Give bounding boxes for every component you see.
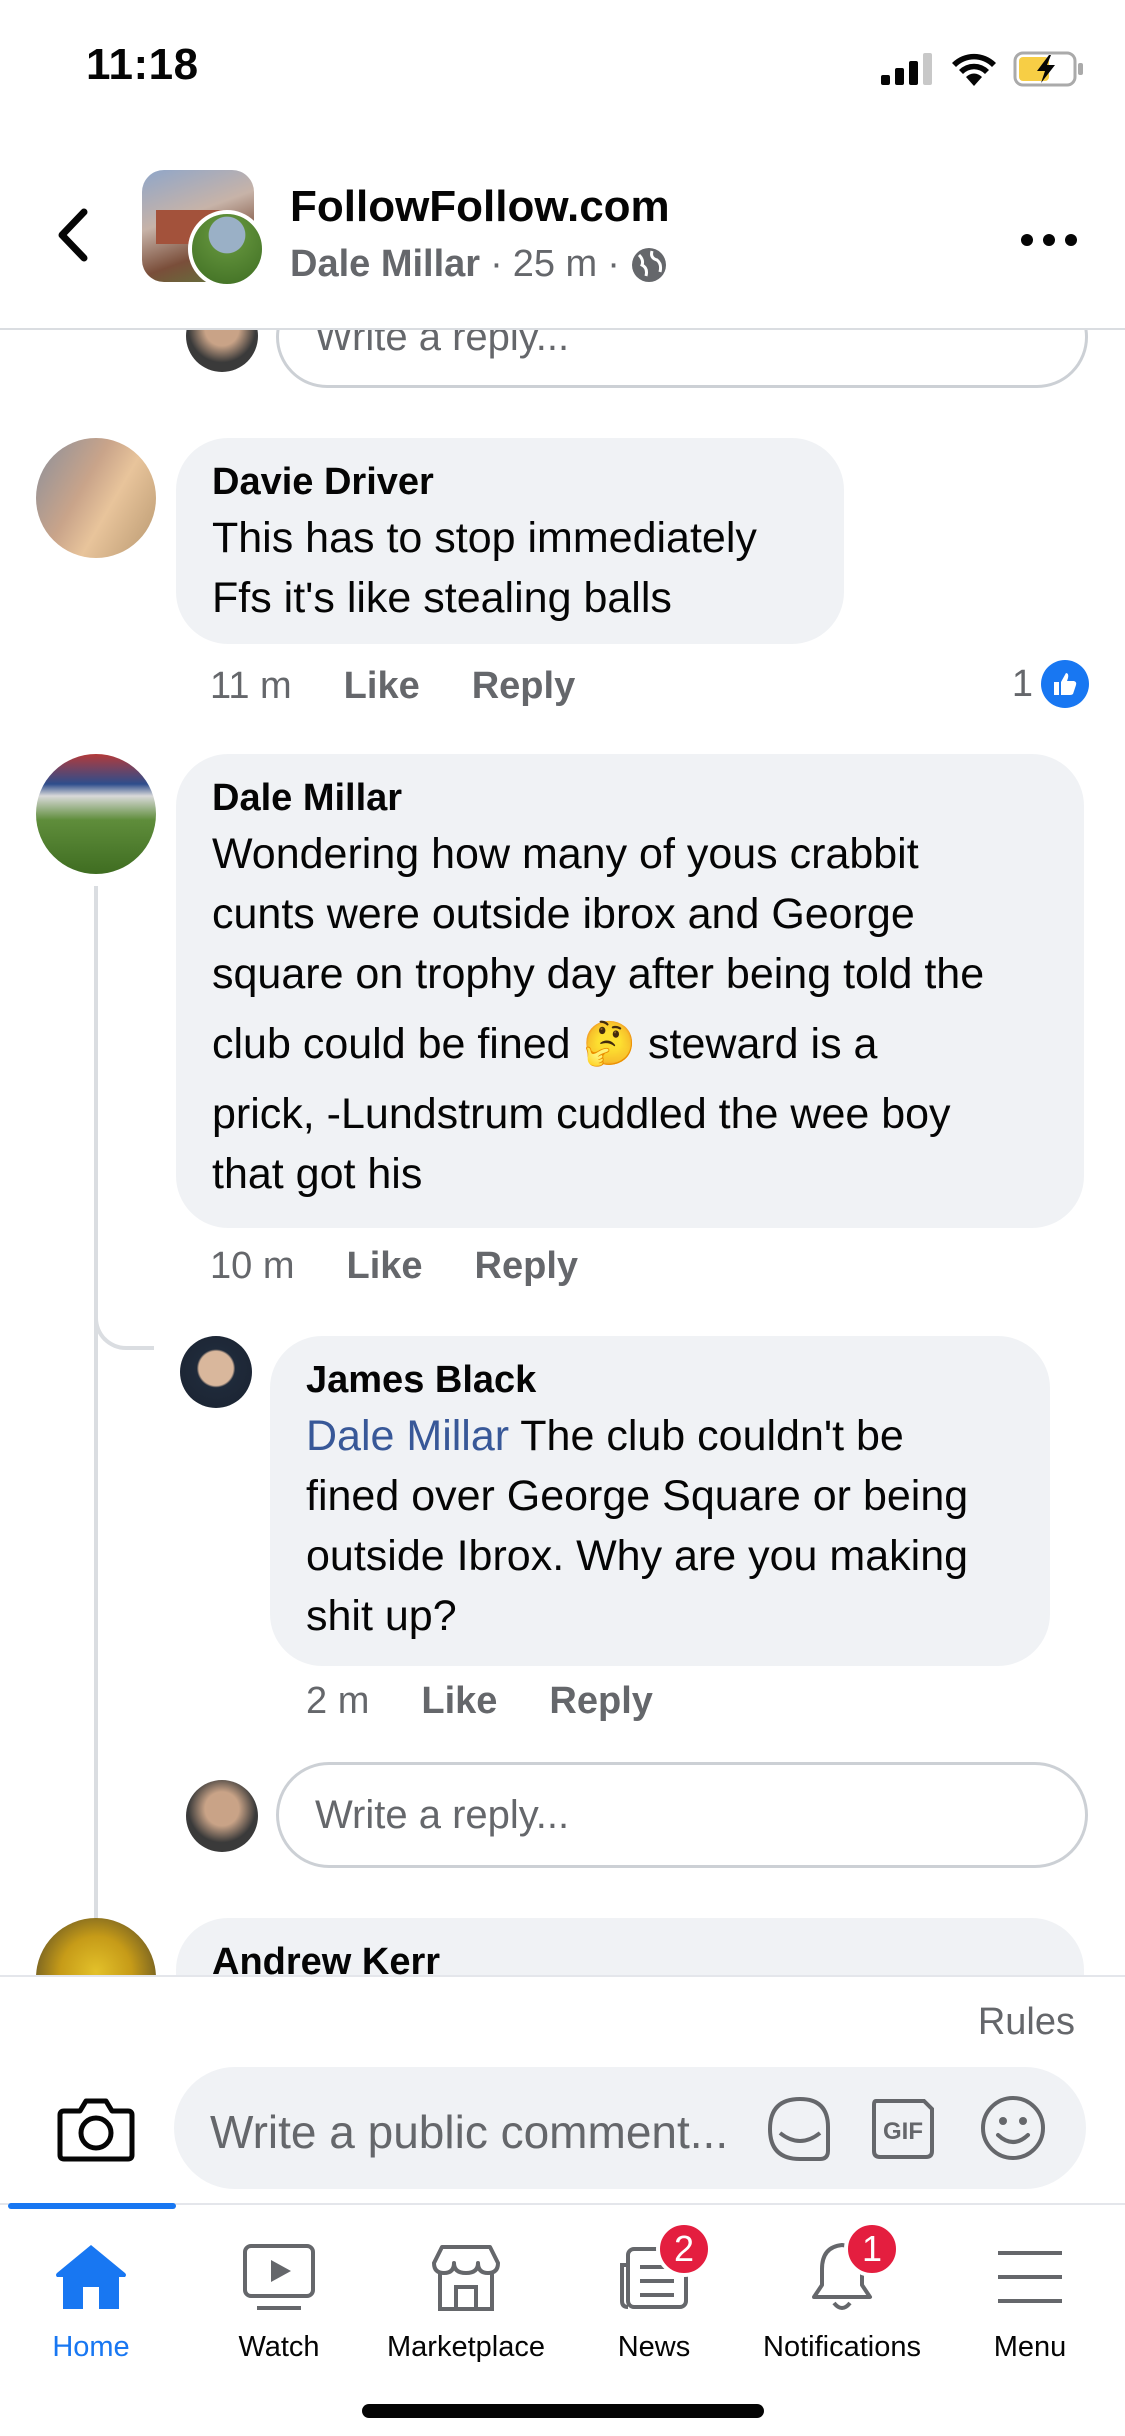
- comment-bubble: Andrew Kerr: [176, 1918, 1084, 1975]
- bell-icon: 1: [800, 2221, 900, 2319]
- comment-bubble: James Black Dale Millar The club couldn'…: [270, 1336, 1050, 1666]
- comment-actions: 10 m Like Reply: [210, 1245, 578, 1288]
- comment-text: This has to stop immediately Ffs it's li…: [212, 514, 757, 622]
- chevron-left-icon: [58, 208, 88, 262]
- reply-button[interactable]: Reply: [472, 665, 575, 708]
- tab-menu[interactable]: Menu: [936, 2235, 1124, 2385]
- post-meta: Dale Millar · 25 m ·: [290, 243, 668, 286]
- menu-icon: [988, 2235, 1072, 2319]
- reply-input[interactable]: Write a reply...: [276, 1762, 1088, 1868]
- comment-composer: Rules Write a public comment... GIF: [0, 1975, 1125, 2203]
- gif-icon[interactable]: GIF: [864, 2089, 942, 2167]
- comment-time: 2 m: [306, 1680, 370, 1722]
- tab-home[interactable]: Home: [0, 2235, 185, 2385]
- commenter-name[interactable]: Davie Driver: [212, 460, 808, 504]
- tab-label: Home: [52, 2331, 130, 2363]
- like-button[interactable]: Like: [344, 665, 420, 708]
- home-indicator: [362, 2404, 764, 2418]
- comment-time: 11 m: [210, 665, 292, 707]
- commenter-avatar[interactable]: [36, 438, 156, 558]
- watch-icon: [237, 2235, 321, 2319]
- tab-marketplace[interactable]: Marketplace: [372, 2235, 560, 2385]
- status-time: 11:18: [86, 40, 199, 89]
- camera-button[interactable]: [56, 2095, 136, 2165]
- news-badge: 2: [656, 2221, 712, 2277]
- globe-icon: [631, 247, 666, 282]
- reaction-count-number: 1: [1011, 662, 1033, 705]
- group-name[interactable]: FollowFollow.com: [290, 182, 670, 232]
- tab-news[interactable]: 2 News: [560, 2221, 748, 2385]
- current-user-avatar: [186, 1780, 258, 1852]
- bottom-tab-bar: Home Watch Marketplace 2 News 1 Notifica…: [0, 2203, 1125, 2436]
- news-icon: 2: [612, 2221, 712, 2319]
- camera-icon: [57, 2098, 135, 2162]
- comments-list: Write a reply... Davie Driver This has t…: [0, 330, 1125, 1975]
- commenter-name[interactable]: Dale Millar: [212, 776, 1048, 820]
- emoji-icon[interactable]: [974, 2089, 1052, 2167]
- wifi-icon: [952, 53, 996, 86]
- author-avatar[interactable]: [188, 210, 266, 288]
- comment-bubble: Dale Millar Wondering how many of yous c…: [176, 754, 1084, 1228]
- gif-label: GIF: [883, 2118, 923, 2145]
- tab-watch[interactable]: Watch: [185, 2235, 373, 2385]
- commenter-avatar[interactable]: [180, 1336, 252, 1408]
- meta-separator: ·: [607, 243, 620, 285]
- back-button[interactable]: [48, 200, 98, 270]
- rules-link[interactable]: Rules: [978, 2001, 1075, 2044]
- reply-button[interactable]: Reply: [549, 1680, 652, 1723]
- thread-line: [94, 886, 98, 1975]
- reply-button[interactable]: Reply: [475, 1245, 578, 1288]
- commenter-name[interactable]: Andrew Kerr: [212, 1940, 1048, 1975]
- comment-placeholder: Write a public comment...: [210, 2106, 729, 2158]
- reply-connector: [94, 1310, 154, 1350]
- reaction-count[interactable]: 1: [1012, 660, 1089, 708]
- comment-actions: 2 m Like Reply: [306, 1680, 653, 1723]
- tab-label: Menu: [993, 2331, 1067, 2363]
- status-bar: 11:18: [0, 0, 1125, 140]
- comment-text: Dale Millar The club couldn't be fined o…: [306, 1412, 969, 1640]
- more-options-button[interactable]: [1021, 225, 1077, 255]
- comment-bubble: Davie Driver This has to stop immediatel…: [176, 438, 844, 644]
- reply-input[interactable]: Write a reply...: [276, 330, 1088, 388]
- comment-actions: 11 m Like Reply: [210, 665, 575, 708]
- post-header: FollowFollow.com Dale Millar · 25 m ·: [0, 140, 1125, 330]
- commenter-avatar[interactable]: [36, 754, 156, 874]
- tab-label: Marketplace: [387, 2331, 545, 2363]
- comment-text: Wondering how many of yous crabbit cunts…: [212, 830, 985, 1198]
- avatar-sticker-icon[interactable]: [760, 2089, 838, 2167]
- mention-link[interactable]: Dale Millar: [306, 1412, 509, 1460]
- post-time: 25 m: [512, 243, 598, 285]
- post-author[interactable]: Dale Millar: [290, 243, 480, 286]
- cellular-signal-icon: [881, 53, 932, 85]
- tab-label: Watch: [238, 2331, 320, 2363]
- tab-label: Notifications: [763, 2331, 921, 2363]
- notifications-badge: 1: [844, 2221, 900, 2277]
- comment-input[interactable]: Write a public comment... GIF: [174, 2067, 1086, 2189]
- status-icons: [881, 48, 1085, 90]
- commenter-name[interactable]: James Black: [306, 1358, 1014, 1402]
- like-button[interactable]: Like: [346, 1245, 422, 1288]
- battery-charging-icon: [1013, 51, 1083, 87]
- meta-separator: ·: [490, 243, 503, 285]
- marketplace-icon: [424, 2235, 508, 2319]
- thumbs-up-icon: [1041, 660, 1089, 708]
- like-button[interactable]: Like: [421, 1680, 497, 1723]
- active-tab-indicator: [8, 2203, 176, 2209]
- commenter-avatar[interactable]: [36, 1918, 156, 1975]
- tab-notifications[interactable]: 1 Notifications: [748, 2221, 936, 2385]
- tab-label: News: [617, 2331, 691, 2363]
- current-user-avatar: [186, 330, 258, 372]
- comment-time: 10 m: [210, 1245, 295, 1287]
- home-icon: [49, 2235, 133, 2319]
